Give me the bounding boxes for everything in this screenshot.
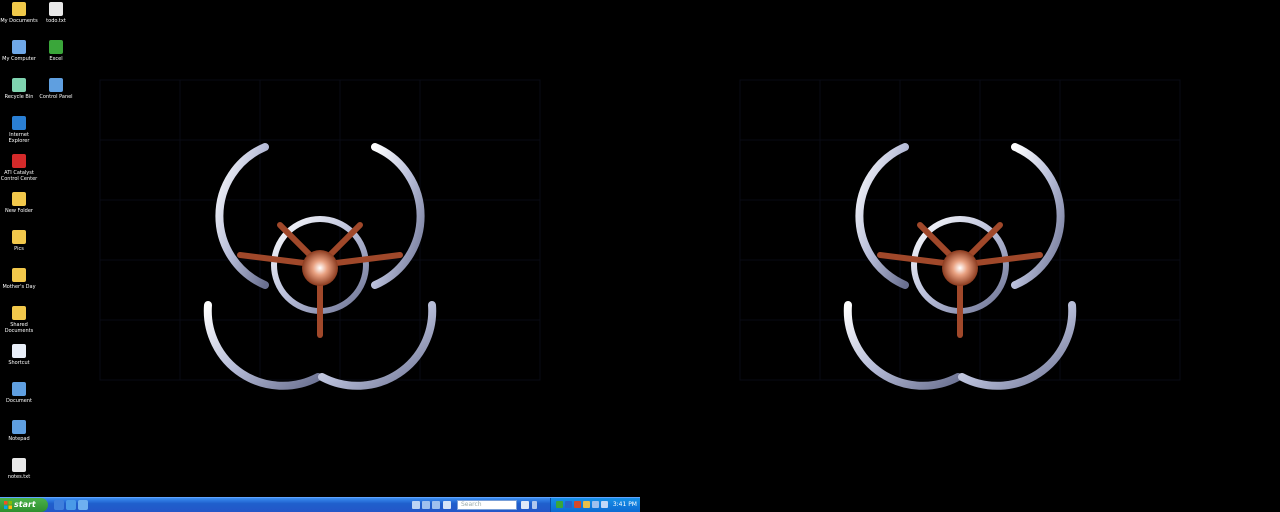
internet-explorer-quicklaunch-icon[interactable]	[66, 500, 76, 510]
toolbar-window-icon[interactable]	[432, 501, 440, 509]
desktop-icon-label: New Folder	[5, 208, 33, 214]
desktop-icon-window-shortcut[interactable]: Shortcut	[0, 344, 38, 366]
gear-icon[interactable]	[521, 501, 529, 509]
internet-explorer-icon	[12, 116, 26, 130]
tray-monitor-icon[interactable]	[601, 501, 608, 508]
text-file-icon	[12, 458, 26, 472]
search-placeholder: Search	[461, 501, 482, 508]
taskbar-clock[interactable]: 3:41 PM	[613, 498, 637, 512]
toolbar-search-icon[interactable]	[443, 501, 451, 509]
desktop-icon-label: Shared Documents	[4, 322, 34, 334]
desktop-icon-folder-1[interactable]: New Folder	[0, 192, 38, 214]
desktop-icon-label: Excel	[49, 56, 63, 62]
windows-logo-icon	[4, 501, 12, 509]
desktop-icon-control[interactable]: Control Panel	[37, 78, 75, 100]
folder-icon	[12, 230, 26, 244]
desktop-icon-label: notes.txt	[7, 474, 31, 480]
search-input[interactable]: Search	[457, 500, 517, 510]
computer-icon	[12, 40, 26, 54]
notepad-icon	[12, 420, 26, 434]
toolbar-monitor-icon[interactable]	[422, 501, 430, 509]
tray-ati-icon[interactable]	[574, 501, 581, 508]
start-label: start	[14, 500, 36, 509]
toolbar-arrow-icon[interactable]	[412, 501, 420, 509]
biohazard-wallpaper-secondary	[739, 79, 1181, 390]
desktop-icon-internet-explorer[interactable]: Internet Explorer	[0, 116, 38, 144]
desktop-icon-label: Mother's Day	[2, 284, 36, 290]
recycle-bin-icon	[12, 78, 26, 92]
desktop-icon-recycle-bin[interactable]: Recycle Bin	[0, 78, 38, 100]
secondary-monitor	[640, 0, 1280, 512]
desktop-icon-label: Recycle Bin	[4, 94, 34, 100]
desktop-icon-todo[interactable]: todo.txt	[37, 2, 75, 24]
desktop-icon-label: Internet Explorer	[8, 132, 30, 144]
desktop-icon-label: Pics	[14, 246, 24, 252]
biohazard-wallpaper	[99, 79, 541, 390]
desktop-icon-ati[interactable]: ATI Catalyst Control Center	[0, 154, 38, 182]
desktop-icon-label: Document	[6, 398, 32, 404]
desktop-icon-label: My Documents	[0, 18, 38, 24]
desktop-icon-folder-mothers[interactable]: Mother's Day	[0, 268, 38, 290]
desktop-icon-label: ATI Catalyst Control Center	[0, 170, 38, 182]
desktop-icon-text-file[interactable]: notes.txt	[0, 458, 38, 480]
desktop-icon-label: Shortcut	[8, 360, 30, 366]
system-tray: 3:41 PM	[550, 498, 640, 512]
show-desktop-icon[interactable]	[54, 500, 64, 510]
desktop-icon-folder-2[interactable]: Pics	[0, 230, 38, 252]
start-button[interactable]: start	[0, 498, 48, 512]
desktop-icon-label: My Computer	[2, 56, 36, 62]
window-icon	[12, 344, 26, 358]
folder-icon	[12, 192, 26, 206]
desktop-icon-doc-1[interactable]: Document	[0, 382, 38, 404]
tray-volume-icon[interactable]	[592, 501, 599, 508]
taskbar: start Search 3:41 PM	[0, 497, 640, 512]
text-file-icon	[49, 2, 63, 16]
tray-messenger-icon[interactable]	[583, 501, 590, 508]
desktop-icon-my-documents[interactable]: My Documents	[0, 2, 38, 24]
folder-icon	[12, 268, 26, 282]
tray-network-icon[interactable]	[556, 501, 563, 508]
desktop-icon-doc-2[interactable]: Notepad	[0, 420, 38, 442]
primary-monitor: My Documents todo.txt My Computer Excel Recy…	[0, 0, 640, 512]
chevron-down-icon[interactable]	[532, 501, 537, 509]
ati-icon	[12, 154, 26, 168]
desktop-icon-excel[interactable]: Excel	[37, 40, 75, 62]
folder-icon	[12, 306, 26, 320]
desktop-icon-folder-3[interactable]: Shared Documents	[0, 306, 38, 334]
document-icon	[12, 382, 26, 396]
control-panel-icon	[49, 78, 63, 92]
desktop-icon-label: todo.txt	[46, 18, 66, 24]
desktop-icon-my-computer[interactable]: My Computer	[0, 40, 38, 62]
excel-icon	[49, 40, 63, 54]
desktop-icon-label: Control Panel	[39, 94, 73, 100]
tray-antivirus-icon[interactable]	[565, 501, 572, 508]
folder-documents-icon	[12, 2, 26, 16]
media-player-icon[interactable]	[78, 500, 88, 510]
desktop-icon-label: Notepad	[8, 436, 30, 442]
